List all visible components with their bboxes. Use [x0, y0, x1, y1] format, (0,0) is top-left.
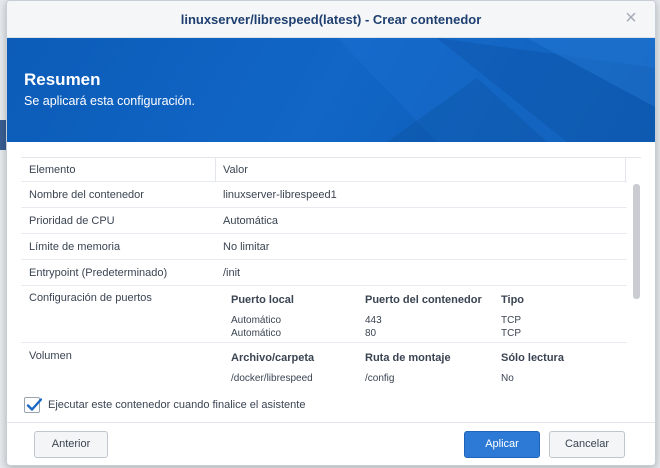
previous-button[interactable]: Anterior — [34, 431, 108, 458]
footer-divider — [7, 422, 655, 423]
port-local: Automático — [231, 328, 282, 339]
apply-button[interactable]: Aplicar — [464, 431, 540, 458]
row-key: Límite de memoria — [29, 241, 121, 253]
ports-row: Configuración de puertos Puerto local Pu… — [21, 286, 627, 343]
checkmark-icon — [26, 398, 42, 411]
row-value: /init — [223, 267, 241, 279]
row-value: Automática — [223, 215, 279, 227]
volume-row: Volumen Archivo/carpeta Ruta de montaje … — [21, 343, 627, 385]
ports-header-container: Puerto del contenedor — [365, 294, 482, 306]
port-local: Automático — [231, 315, 282, 326]
volume-header-path: Archivo/carpeta — [231, 352, 315, 364]
volume-header-mount: Ruta de montaje — [365, 352, 451, 364]
table-header-row: Elemento Valor — [21, 158, 627, 182]
port-type: TCP — [501, 328, 521, 339]
row-key: Prioridad de CPU — [29, 215, 115, 227]
cancel-button[interactable]: Cancelar — [549, 431, 625, 458]
row-key: Nombre del contenedor — [29, 189, 144, 201]
column-header-element: Elemento — [29, 164, 76, 176]
banner-decoration — [337, 38, 655, 142]
row-value: No limitar — [223, 241, 270, 253]
table-row: Prioridad de CPU Automática — [21, 208, 627, 234]
ports-header-local: Puerto local — [231, 294, 294, 306]
ports-header-type: Tipo — [501, 294, 525, 306]
table-row: Nombre del contenedor linuxserver-libres… — [21, 182, 627, 208]
column-header-value: Valor — [223, 164, 248, 176]
row-key: Entrypoint (Predeterminado) — [29, 267, 168, 279]
dialog-titlebar: linuxserver/librespeed(latest) - Crear c… — [7, 1, 655, 38]
banner-title: Resumen — [24, 70, 101, 89]
column-divider — [625, 158, 626, 182]
volume-path: /docker/librespeed — [231, 373, 313, 384]
row-value: linuxserver-librespeed1 — [223, 189, 337, 201]
port-container: 80 — [365, 328, 377, 339]
table-row: Límite de memoria No limitar — [21, 234, 627, 260]
ports-key: Configuración de puertos — [29, 292, 152, 304]
run-after-wizard-label[interactable]: Ejecutar este contenedor cuando finalice… — [48, 399, 305, 411]
port-container: 443 — [365, 315, 382, 326]
volume-mount: /config — [365, 373, 395, 384]
close-icon[interactable]: × — [621, 8, 641, 28]
summary-table: Elemento Valor Nombre del contenedor lin… — [21, 157, 641, 385]
banner-subtitle: Se aplicará esta configuración. — [24, 94, 195, 108]
table-scrollbar-thumb[interactable] — [633, 184, 640, 299]
dialog-title: linuxserver/librespeed(latest) - Crear c… — [180, 12, 482, 27]
table-row: Entrypoint (Predeterminado) /init — [21, 260, 627, 286]
column-divider — [215, 158, 216, 182]
volume-key: Volumen — [29, 350, 72, 362]
volume-header-readonly: Sólo lectura — [501, 352, 564, 364]
summary-banner: Resumen Se aplicará esta configuración. — [7, 38, 655, 142]
volume-readonly: No — [501, 373, 514, 384]
port-type: TCP — [501, 315, 521, 326]
create-container-dialog: linuxserver/librespeed(latest) - Crear c… — [6, 0, 656, 466]
run-after-wizard-checkbox[interactable] — [24, 397, 42, 413]
